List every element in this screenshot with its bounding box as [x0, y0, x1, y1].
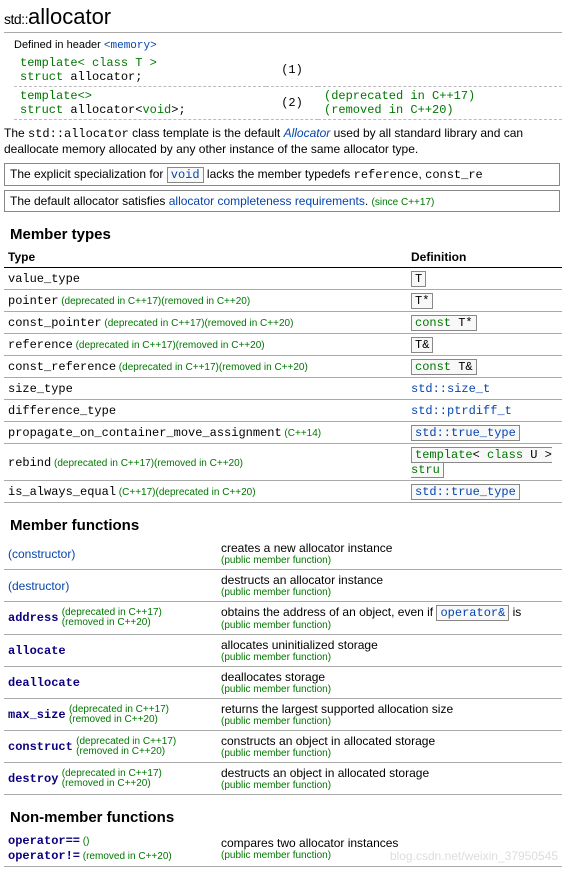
decl-1: template< class T > struct allocator; [14, 54, 266, 87]
nonmember-functions-heading: Non-member functions [10, 809, 562, 826]
func-link[interactable]: address [8, 611, 58, 625]
member-functions-heading: Member functions [10, 517, 562, 534]
func-desc-cell: returns the largest supported allocation… [217, 699, 562, 731]
allocator-completeness-link[interactable]: allocator completeness requirements [169, 194, 365, 208]
type-name: reference (deprecated in C++17)(removed … [4, 334, 407, 356]
operator-link[interactable]: operator& [440, 606, 505, 620]
func-desc-cell: creates a new allocator instance(public … [217, 538, 562, 570]
func-link[interactable]: allocate [8, 644, 66, 658]
nmfunc-link[interactable]: operator!= [8, 849, 80, 863]
title-name: allocator [28, 4, 111, 29]
func-name-cell: destroy (deprecated in C++17)(removed in… [4, 763, 217, 795]
type-definition: const T* [407, 312, 562, 334]
col-type: Type [4, 247, 407, 268]
type-link[interactable]: std::true_type [415, 485, 516, 499]
void-link[interactable]: void [167, 167, 204, 183]
func-desc-cell: allocates uninitialized storage(public m… [217, 635, 562, 667]
type-definition: std::true_type [407, 481, 562, 503]
func-link[interactable]: max_size [8, 708, 66, 722]
type-definition: std::true_type [407, 422, 562, 444]
func-desc-cell: deallocates storage(public member functi… [217, 667, 562, 699]
type-name: const_reference (deprecated in C++17)(re… [4, 356, 407, 378]
type-name: const_pointer (deprecated in C++17)(remo… [4, 312, 407, 334]
type-definition: template< class U > stru [407, 444, 562, 481]
func-name-cell: (constructor) [4, 538, 217, 570]
type-link[interactable]: std::true_type [415, 426, 516, 440]
note-box-completeness: The default allocator satisfies allocato… [4, 190, 560, 212]
func-name-cell: (destructor) [4, 570, 217, 602]
func-link[interactable]: (destructor) [8, 579, 69, 593]
decl-1-num: (1) [266, 54, 318, 87]
func-link[interactable]: (constructor) [8, 547, 75, 561]
func-link[interactable]: construct [8, 740, 73, 754]
defined-in-header: Defined in header <memory> [14, 39, 562, 52]
type-link[interactable]: std::ptrdiff_t [411, 404, 512, 418]
col-definition: Definition [407, 247, 562, 268]
func-link[interactable]: deallocate [8, 676, 80, 690]
page-title: std::allocator [4, 4, 562, 33]
member-types-table: Type Definition value_typeTpointer (depr… [4, 247, 562, 503]
func-desc-cell: obtains the address of an object, even i… [217, 602, 562, 635]
type-name: pointer (deprecated in C++17)(removed in… [4, 290, 407, 312]
type-definition: const T& [407, 356, 562, 378]
type-definition: T& [407, 334, 562, 356]
func-name-cell: construct (deprecated in C++17)(removed … [4, 731, 217, 763]
header-link[interactable]: <memory> [104, 40, 157, 52]
type-definition: T [407, 268, 562, 290]
func-name-cell: address (deprecated in C++17)(removed in… [4, 602, 217, 635]
func-desc-cell: destructs an allocator instance(public m… [217, 570, 562, 602]
func-desc-cell: constructs an object in allocated storag… [217, 731, 562, 763]
func-name-cell: max_size (deprecated in C++17)(removed i… [4, 699, 217, 731]
watermark: blog.csdn.net/weixin_37950545 [390, 849, 558, 863]
decl-2-num: (2) [266, 87, 318, 120]
type-name: rebind (deprecated in C++17)(removed in … [4, 444, 407, 481]
type-name: difference_type [4, 400, 407, 422]
note-box-void: The explicit specialization for void lac… [4, 163, 560, 186]
type-name: size_type [4, 378, 407, 400]
title-namespace: std:: [4, 11, 28, 27]
func-name-cell: deallocate [4, 667, 217, 699]
type-name: value_type [4, 268, 407, 290]
type-definition: std::ptrdiff_t [407, 400, 562, 422]
func-desc-cell: destructs an object in allocated storage… [217, 763, 562, 795]
allocator-concept-link[interactable]: Allocator [284, 126, 331, 140]
member-types-heading: Member types [10, 226, 562, 243]
type-link[interactable]: std::size_t [411, 382, 490, 396]
func-link[interactable]: destroy [8, 772, 58, 786]
type-name: is_always_equal (C++17)(deprecated in C+… [4, 481, 407, 503]
nmfunc-link[interactable]: operator== [8, 834, 80, 848]
type-definition: T* [407, 290, 562, 312]
func-name-cell: allocate [4, 635, 217, 667]
type-definition: std::size_t [407, 378, 562, 400]
decl-2: template<> struct allocator<void>; [14, 87, 266, 120]
nmfunc-name-cell: operator== ()operator!= (removed in C++2… [4, 830, 217, 867]
declaration-table: template< class T > struct allocator; (1… [14, 54, 562, 120]
description-paragraph: The std::allocator class template is the… [4, 126, 560, 157]
decl-2-note: (deprecated in C++17)(removed in C++20) [318, 87, 562, 120]
type-name: propagate_on_container_move_assignment (… [4, 422, 407, 444]
member-functions-table: (constructor) creates a new allocator ins… [4, 538, 562, 795]
